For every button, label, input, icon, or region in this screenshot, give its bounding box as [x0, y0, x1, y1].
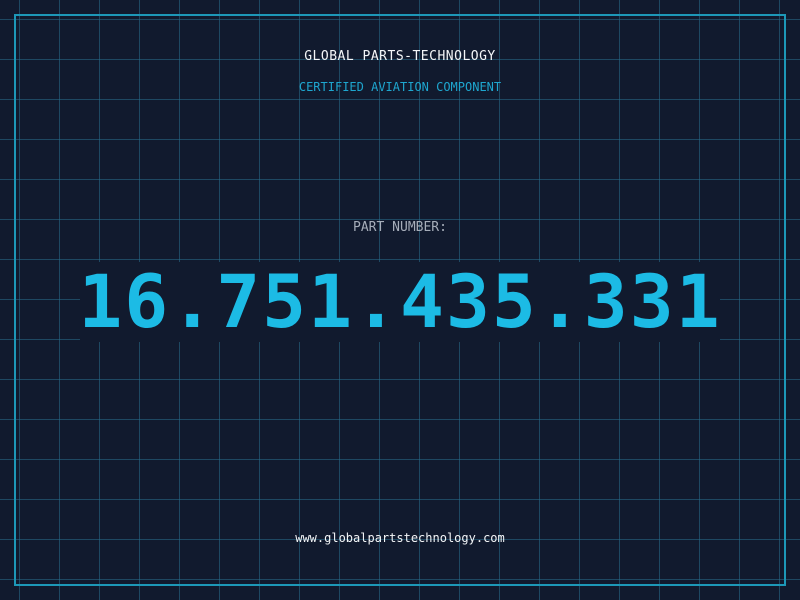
part-number-label: PART NUMBER: [353, 220, 447, 235]
certification-subtitle: CERTIFIED AVIATION COMPONENT [298, 80, 502, 94]
website-url: www.globalpartstechnology.com [295, 531, 505, 545]
part-number-panel: 16.751.435.331 [78, 259, 722, 345]
company-name: GLOBAL PARTS-TECHNOLOGY [304, 49, 496, 64]
part-number-value: 16.751.435.331 [78, 259, 722, 345]
